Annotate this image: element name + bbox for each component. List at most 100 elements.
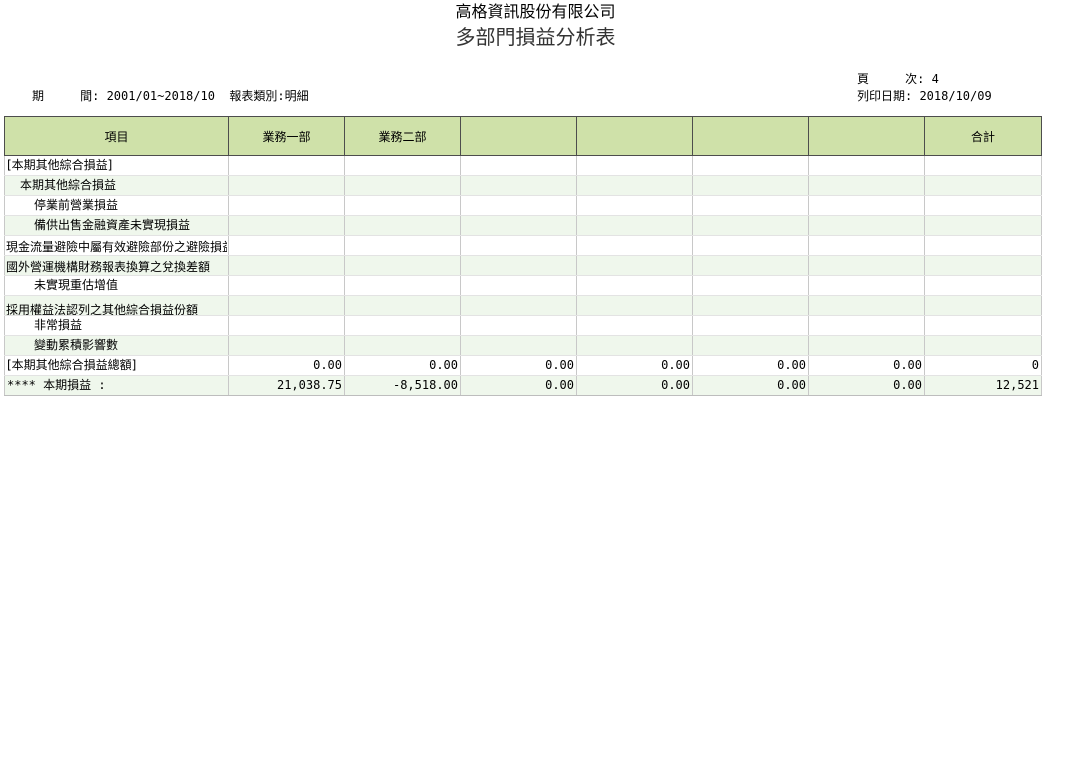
- row-value: [344, 275, 461, 296]
- row-value: 0: [924, 355, 1042, 376]
- row-value: [692, 295, 809, 316]
- row-value: [460, 195, 577, 216]
- row-value: [808, 255, 925, 276]
- row-value: [460, 255, 577, 276]
- table-row-net-income: **** 本期損益 : 21,038.75 -8,518.00 0.00 0.0…: [4, 375, 1042, 396]
- row-value: [344, 195, 461, 216]
- row-value: [924, 295, 1042, 316]
- table-row-subtotal: [本期其他綜合損益總額] 0.00 0.00 0.00 0.00 0.00 0.…: [4, 355, 1042, 376]
- row-value: [344, 175, 461, 196]
- row-value: [228, 335, 345, 356]
- period-line: 期 間: 2001/01~2018/10 報表類別:明細: [32, 89, 309, 103]
- row-value: [228, 235, 345, 256]
- row-value: [924, 215, 1042, 236]
- row-value: [924, 155, 1042, 176]
- row-value: [576, 175, 693, 196]
- row-value: [692, 195, 809, 216]
- row-value: 21,038.75: [228, 375, 345, 396]
- row-value: [924, 175, 1042, 196]
- row-value: [460, 215, 577, 236]
- row-value: 0.00: [460, 355, 577, 376]
- row-value: [692, 155, 809, 176]
- row-value: [808, 175, 925, 196]
- row-value: [924, 315, 1042, 336]
- row-value: 0.00: [808, 355, 925, 376]
- row-label: 現金流量避險中屬有效避險部份之避險損益: [4, 235, 229, 256]
- report-title: 多部門損益分析表: [455, 25, 616, 49]
- row-value: [460, 295, 577, 316]
- row-value: [808, 335, 925, 356]
- row-value: 0.00: [576, 375, 693, 396]
- row-value: [460, 275, 577, 296]
- row-value: [808, 215, 925, 236]
- row-value: [460, 235, 577, 256]
- row-value: [576, 315, 693, 336]
- row-value: [460, 335, 577, 356]
- row-value: [344, 335, 461, 356]
- row-value: [692, 315, 809, 336]
- row-value: [576, 275, 693, 296]
- row-value: [924, 235, 1042, 256]
- table-row: 現金流量避險中屬有效避險部份之避險損益: [4, 235, 1042, 256]
- row-value: [228, 215, 345, 236]
- row-value: [692, 235, 809, 256]
- row-label: [本期其他綜合損益]: [4, 155, 229, 176]
- row-value: [576, 195, 693, 216]
- row-value: [228, 275, 345, 296]
- row-value: [576, 255, 693, 276]
- row-label: **** 本期損益 :: [4, 375, 229, 396]
- row-value: 0.00: [460, 375, 577, 396]
- row-value: [460, 175, 577, 196]
- column-header-dept-1: 業務一部: [228, 116, 345, 156]
- row-value: [576, 215, 693, 236]
- column-header-dept-2: 業務二部: [344, 116, 461, 156]
- column-header-item: 項目: [4, 116, 229, 156]
- row-value: [576, 235, 693, 256]
- row-value: [344, 235, 461, 256]
- row-label: 備供出售金融資產未實現損益: [4, 215, 229, 236]
- row-value: [808, 315, 925, 336]
- row-value: [692, 215, 809, 236]
- column-header-total: 合計: [924, 116, 1042, 156]
- table-row: 非常損益: [4, 315, 1042, 336]
- row-value: [924, 275, 1042, 296]
- row-value: [808, 235, 925, 256]
- row-value: [808, 155, 925, 176]
- profit-loss-table: 項目 業務一部 業務二部 合計 [本期其他綜合損益] 本期其他綜合損益 停業前營…: [4, 116, 1042, 396]
- column-header-empty-5: [692, 116, 809, 156]
- table-row: 停業前營業損益: [4, 195, 1042, 216]
- row-value: 0.00: [228, 355, 345, 376]
- row-value: [228, 255, 345, 276]
- row-value: [344, 155, 461, 176]
- table-row: 採用權益法認列之其他綜合損益份額: [4, 295, 1042, 316]
- row-value: [808, 195, 925, 216]
- row-value: [460, 315, 577, 336]
- row-value: [692, 275, 809, 296]
- row-value: [228, 295, 345, 316]
- row-value: [692, 175, 809, 196]
- row-value: [228, 315, 345, 336]
- row-label: 採用權益法認列之其他綜合損益份額: [4, 295, 229, 316]
- row-value: [924, 195, 1042, 216]
- table-row: 本期其他綜合損益: [4, 175, 1042, 196]
- row-value: [924, 255, 1042, 276]
- row-value: [692, 335, 809, 356]
- company-name: 高格資訊股份有限公司: [455, 2, 616, 21]
- row-value: 12,521: [924, 375, 1042, 396]
- page-number-line: 頁 次: 4: [857, 72, 939, 86]
- row-label: [本期其他綜合損益總額]: [4, 355, 229, 376]
- row-value: [692, 255, 809, 276]
- row-label: 國外營運機構財務報表換算之兌換差額: [4, 255, 229, 276]
- row-label: 變動累積影響數: [4, 335, 229, 356]
- table-row: [本期其他綜合損益]: [4, 155, 1042, 176]
- row-value: [344, 295, 461, 316]
- row-value: [460, 155, 577, 176]
- row-value: 0.00: [576, 355, 693, 376]
- row-value: [808, 275, 925, 296]
- row-value: [576, 295, 693, 316]
- row-label: 非常損益: [4, 315, 229, 336]
- row-label: 本期其他綜合損益: [4, 175, 229, 196]
- row-value: [228, 195, 345, 216]
- table-row: 未實現重估增值: [4, 275, 1042, 296]
- row-value: [344, 255, 461, 276]
